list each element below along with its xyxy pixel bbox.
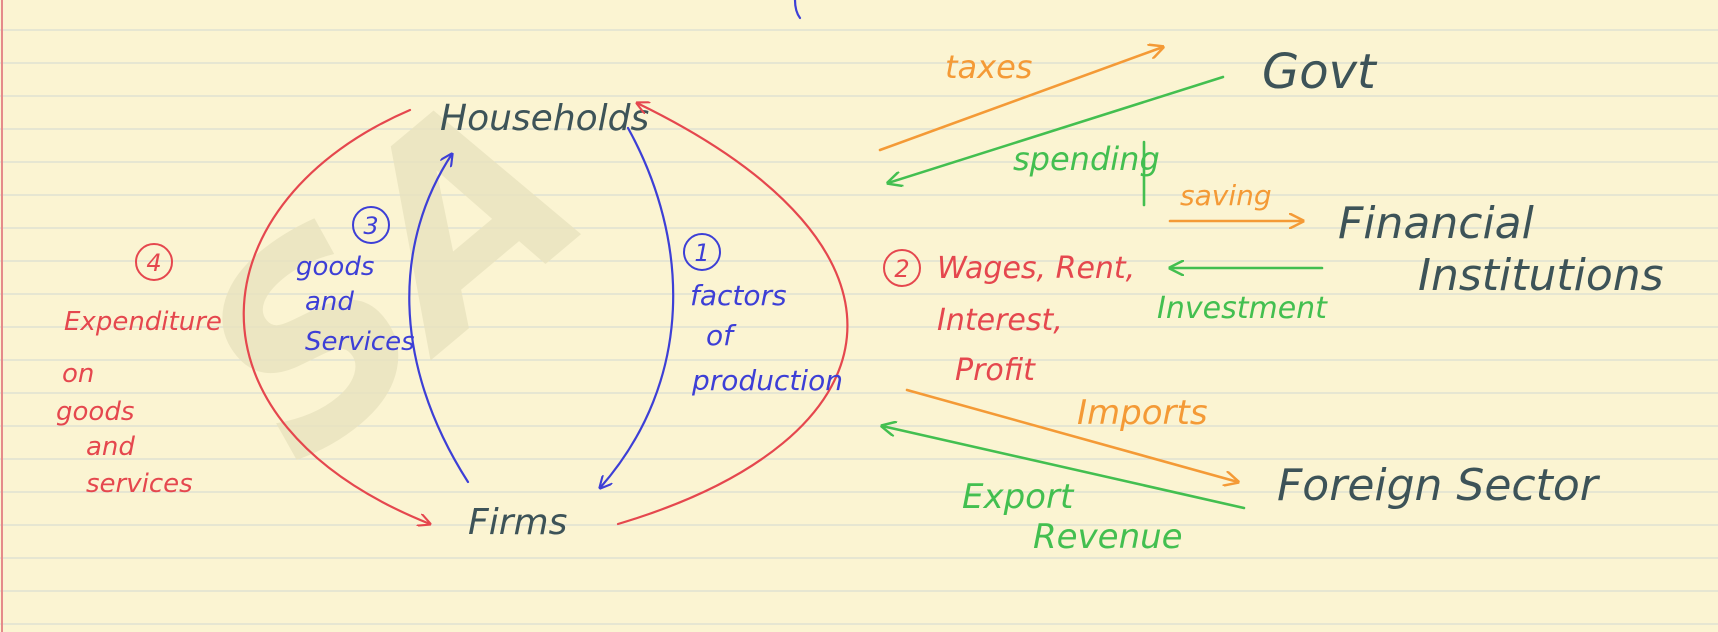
node-firms: Firms [468,502,567,543]
flow-4-line3: goods [56,397,134,427]
flow-2-line3: Profit [955,353,1036,388]
flow-4-line2: on [62,359,94,389]
node-households: Households [440,98,649,139]
node-foreign-sector: Foreign Sector [1277,460,1601,511]
flow-2-number: 2 [894,255,909,283]
flow-3-line3: Services [305,327,415,357]
flow-1-line1: factors [690,279,787,312]
node-govt: Govt [1262,44,1378,100]
flow-4-line4: and [86,432,135,462]
flow-3-number: 3 [363,212,378,240]
imports-label: Imports [1077,393,1208,433]
export-label-line1: Export [962,477,1075,517]
investment-label: Investment [1157,291,1328,326]
flow-4-line1: Expenditure [64,307,222,337]
flow-2-line2: Interest, [937,303,1063,338]
node-financial-line2: Institutions [1418,250,1664,301]
flow-1-line2: of [706,319,737,352]
spending-label: spending [1013,140,1160,178]
node-financial-line1: Financial [1338,198,1535,249]
taxes-label: taxes [945,48,1032,86]
flow-3-line1: goods [296,252,374,282]
flow-4-number: 4 [146,249,161,277]
flow-2-line1: Wages, Rent, [937,251,1135,286]
circular-flow-diagram: SA Households Firms 3 goods and Services… [0,0,1718,632]
flow-1-line3: production [691,364,843,397]
flow-3-line2: and [305,287,354,317]
flow-4-line5: services [86,469,193,499]
flow-1-number: 1 [694,239,709,267]
export-label-line2: Revenue [1033,517,1183,557]
saving-label: saving [1180,179,1272,212]
